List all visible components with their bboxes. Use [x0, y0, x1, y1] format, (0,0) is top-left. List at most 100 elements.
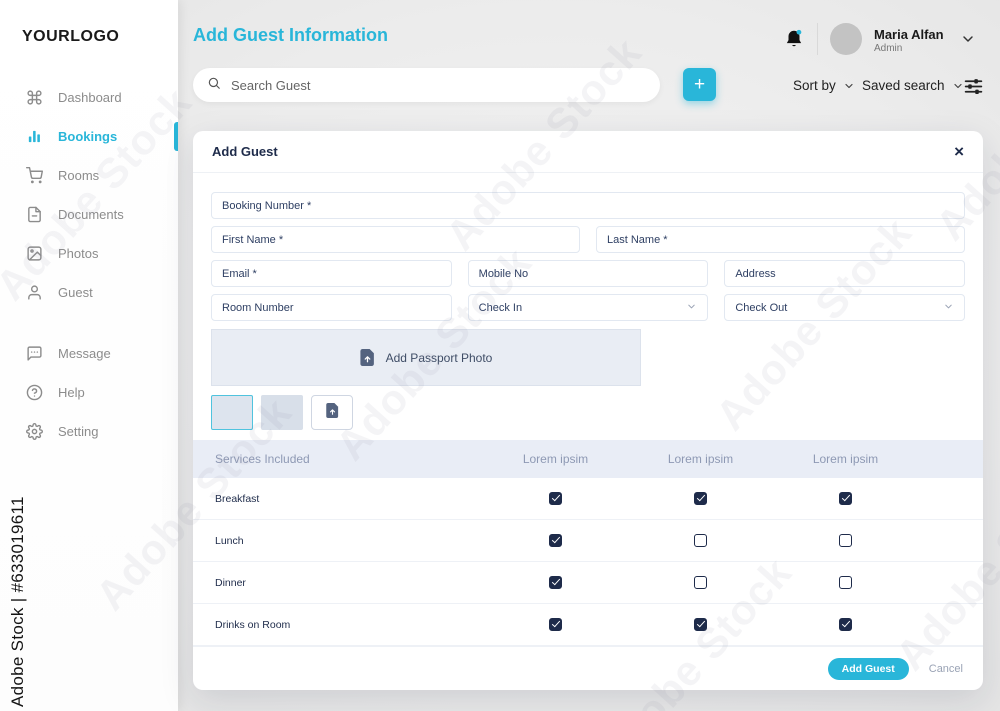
sidebar-item-label: Bookings — [58, 129, 118, 144]
sidebar-item-label: Help — [58, 385, 85, 400]
command-icon — [25, 88, 44, 107]
photo-thumbnail-selected[interactable] — [211, 395, 253, 430]
bar-chart-icon — [25, 127, 44, 146]
saved-search-label: Saved search — [862, 78, 945, 93]
cancel-button[interactable]: Cancel — [929, 663, 963, 675]
sidebar-item-label: Photos — [58, 246, 99, 261]
search-bar — [193, 68, 660, 102]
check-in-select[interactable]: Check In — [467, 294, 709, 321]
address-field[interactable]: Address — [724, 260, 965, 287]
service-checkbox[interactable] — [839, 617, 852, 631]
chevron-down-icon — [843, 80, 855, 92]
services-table: Services Included Lorem ipsim Lorem ipsi… — [193, 440, 983, 646]
header-divider — [817, 23, 818, 55]
email-field[interactable]: Email * — [211, 260, 452, 287]
add-photo-tile[interactable] — [311, 395, 353, 430]
service-name: Drinks on Room — [215, 618, 291, 631]
sidebar-item-rooms[interactable]: Rooms — [0, 156, 178, 195]
person-icon — [25, 283, 44, 302]
modal-footer: Add Guest Cancel — [193, 646, 983, 690]
mobile-field[interactable]: Mobile No — [467, 260, 709, 287]
gear-icon — [25, 422, 44, 441]
service-name: Breakfast — [215, 492, 260, 505]
page-title: Add Guest Information — [193, 25, 388, 45]
modal-body: Booking Number * First Name * Last Name … — [193, 173, 983, 690]
add-guest-modal: Add Guest × Booking Number * First Name … — [193, 131, 983, 690]
sort-by-label: Sort by — [793, 78, 836, 93]
user-avatar[interactable] — [830, 23, 862, 55]
modal-title: Add Guest — [212, 144, 278, 159]
passport-photo-dropzone[interactable]: Add Passport Photo — [211, 329, 641, 386]
photo-icon — [25, 244, 44, 263]
table-row: Breakfast — [193, 478, 983, 520]
booking-number-field[interactable]: Booking Number * — [211, 192, 965, 219]
help-icon — [25, 383, 44, 402]
stock-watermark-vertical: Adobe Stock | #633019611 — [8, 496, 27, 707]
chevron-down-icon — [952, 80, 964, 92]
sidebar-nav: Dashboard Bookings Rooms Documents Photo — [0, 78, 178, 451]
user-role: Admin — [874, 43, 903, 54]
table-row: Drinks on Room — [193, 604, 983, 646]
room-number-field[interactable]: Room Number — [211, 294, 452, 321]
sidebar-item-documents[interactable]: Documents — [0, 195, 178, 234]
service-checkbox[interactable] — [549, 575, 562, 589]
column-header: Lorem ipsim — [812, 452, 879, 466]
sidebar-item-photos[interactable]: Photos — [0, 234, 178, 273]
check-out-select[interactable]: Check Out — [724, 294, 965, 321]
message-icon — [25, 344, 44, 363]
service-name: Dinner — [215, 576, 246, 589]
table-row: Dinner — [193, 562, 983, 604]
file-upload-icon — [325, 402, 339, 423]
add-new-button[interactable]: + — [683, 68, 716, 101]
check-in-label: Check In — [478, 301, 523, 314]
chevron-down-icon — [686, 301, 697, 315]
service-checkbox[interactable] — [694, 617, 707, 631]
add-guest-submit-button[interactable]: Add Guest — [827, 657, 909, 680]
service-checkbox[interactable] — [549, 617, 562, 631]
search-input[interactable] — [231, 77, 646, 93]
sidebar-item-label: Setting — [58, 424, 99, 439]
user-name: Maria Alfan — [874, 27, 944, 42]
nav-group-divider — [0, 312, 178, 334]
app-logo: YOURLOGO — [22, 28, 120, 45]
sidebar-item-label: Message — [58, 346, 111, 361]
service-checkbox[interactable] — [839, 491, 852, 505]
check-out-label: Check Out — [735, 301, 788, 314]
document-icon — [25, 205, 44, 224]
sidebar-item-bookings[interactable]: Bookings — [0, 117, 178, 156]
sidebar-item-help[interactable]: Help — [0, 373, 178, 412]
photo-thumbnail[interactable] — [261, 395, 303, 430]
service-checkbox[interactable] — [839, 533, 852, 547]
filter-sliders-icon[interactable] — [963, 76, 984, 97]
sidebar-item-dashboard[interactable]: Dashboard — [0, 78, 178, 117]
service-checkbox[interactable] — [694, 575, 707, 589]
sidebar-item-label: Dashboard — [58, 90, 122, 105]
sidebar-item-setting[interactable]: Setting — [0, 412, 178, 451]
service-checkbox[interactable] — [549, 491, 562, 505]
sidebar-item-message[interactable]: Message — [0, 334, 178, 373]
notification-bell-icon[interactable] — [783, 27, 805, 51]
saved-search-dropdown[interactable]: Saved search — [862, 78, 964, 93]
service-checkbox[interactable] — [839, 575, 852, 589]
first-name-field[interactable]: First Name * — [211, 226, 580, 253]
search-icon — [207, 76, 221, 95]
service-name: Lunch — [215, 534, 244, 547]
last-name-field[interactable]: Last Name * — [596, 226, 965, 253]
column-header: Lorem ipsim — [667, 452, 734, 466]
service-checkbox[interactable] — [694, 533, 707, 547]
column-header: Services Included — [215, 452, 310, 466]
photo-thumbnails — [211, 395, 965, 430]
sidebar-item-guest[interactable]: Guest — [0, 273, 178, 312]
user-menu-chevron-icon[interactable] — [960, 31, 976, 47]
service-checkbox[interactable] — [549, 533, 562, 547]
services-table-header: Services Included Lorem ipsim Lorem ipsi… — [193, 440, 983, 478]
sidebar-item-label: Documents — [58, 207, 124, 222]
service-checkbox[interactable] — [694, 491, 707, 505]
sidebar-item-label: Rooms — [58, 168, 100, 183]
column-header: Lorem ipsim — [522, 452, 589, 466]
cart-icon — [25, 166, 44, 185]
sidebar-item-label: Guest — [58, 285, 93, 300]
file-upload-icon — [360, 349, 375, 366]
close-icon[interactable]: × — [954, 143, 964, 160]
sort-by-dropdown[interactable]: Sort by — [793, 78, 855, 93]
